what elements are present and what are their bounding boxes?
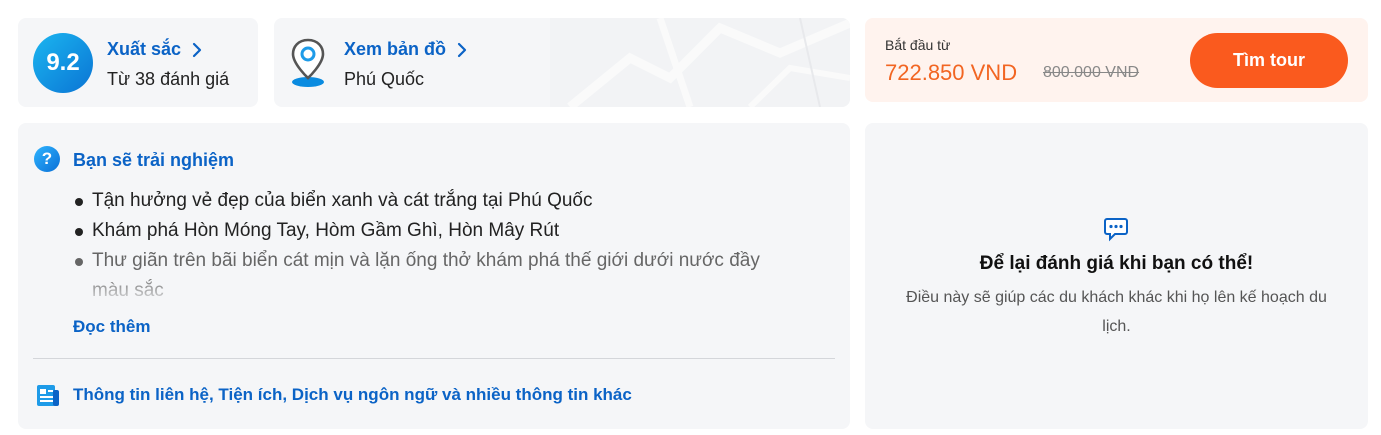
map-label: Xem bản đồ: [344, 39, 447, 59]
experience-card: ? Bạn sẽ trải nghiệm Tận hưởng vẻ đẹp củ…: [18, 123, 850, 429]
price-from-label: Bắt đầu từ: [885, 37, 951, 53]
info-document-icon: [37, 385, 59, 406]
more-info-link[interactable]: Thông tin liên hệ, Tiện ích, Dịch vụ ngô…: [73, 385, 632, 405]
chevron-right-icon: [192, 42, 202, 57]
rating-label-link[interactable]: Xuất sắc: [107, 39, 205, 60]
price-original: 800.000 VND: [1043, 64, 1140, 81]
map-pin-icon: [291, 38, 325, 87]
rating-score-badge: 9.2: [33, 33, 93, 93]
question-icon: ?: [34, 146, 60, 172]
price-current: 722.850 VND: [885, 60, 1018, 85]
map-card[interactable]: Xem bản đồ Phú Quốc: [274, 18, 850, 107]
review-card: Để lại đánh giá khi bạn có thể! Điều này…: [865, 123, 1368, 429]
chat-bubble-icon: [1104, 218, 1128, 242]
price-card: Bắt đầu từ 722.850 VND 800.000 VND Tìm t…: [865, 18, 1368, 102]
rating-review-count: Từ 38 đánh giá: [107, 69, 230, 89]
review-title: Để lại đánh giá khi bạn có thể!: [979, 253, 1254, 274]
read-more-link[interactable]: Đọc thêm: [73, 317, 150, 337]
experience-title: Bạn sẽ trải nghiệm: [73, 150, 235, 170]
fade-overlay: [72, 273, 812, 303]
review-description: Điều này sẽ giúp các du khách khác khi h…: [906, 289, 1327, 335]
chevron-right-icon: [457, 42, 467, 57]
divider: [33, 358, 835, 359]
map-link[interactable]: Xem bản đồ: [344, 39, 470, 60]
list-item: Khám phá Hòn Móng Tay, Hòm Gầm Ghì, Hòn …: [72, 216, 802, 246]
find-tour-button[interactable]: Tìm tour: [1190, 33, 1348, 88]
map-background: [550, 18, 850, 107]
rating-label: Xuất sắc: [107, 39, 182, 59]
rating-card[interactable]: 9.2 Xuất sắc Từ 38 đánh giá: [18, 18, 258, 107]
map-location: Phú Quốc: [344, 69, 425, 89]
list-item: Tận hưởng vẻ đẹp của biển xanh và cát tr…: [72, 186, 802, 216]
